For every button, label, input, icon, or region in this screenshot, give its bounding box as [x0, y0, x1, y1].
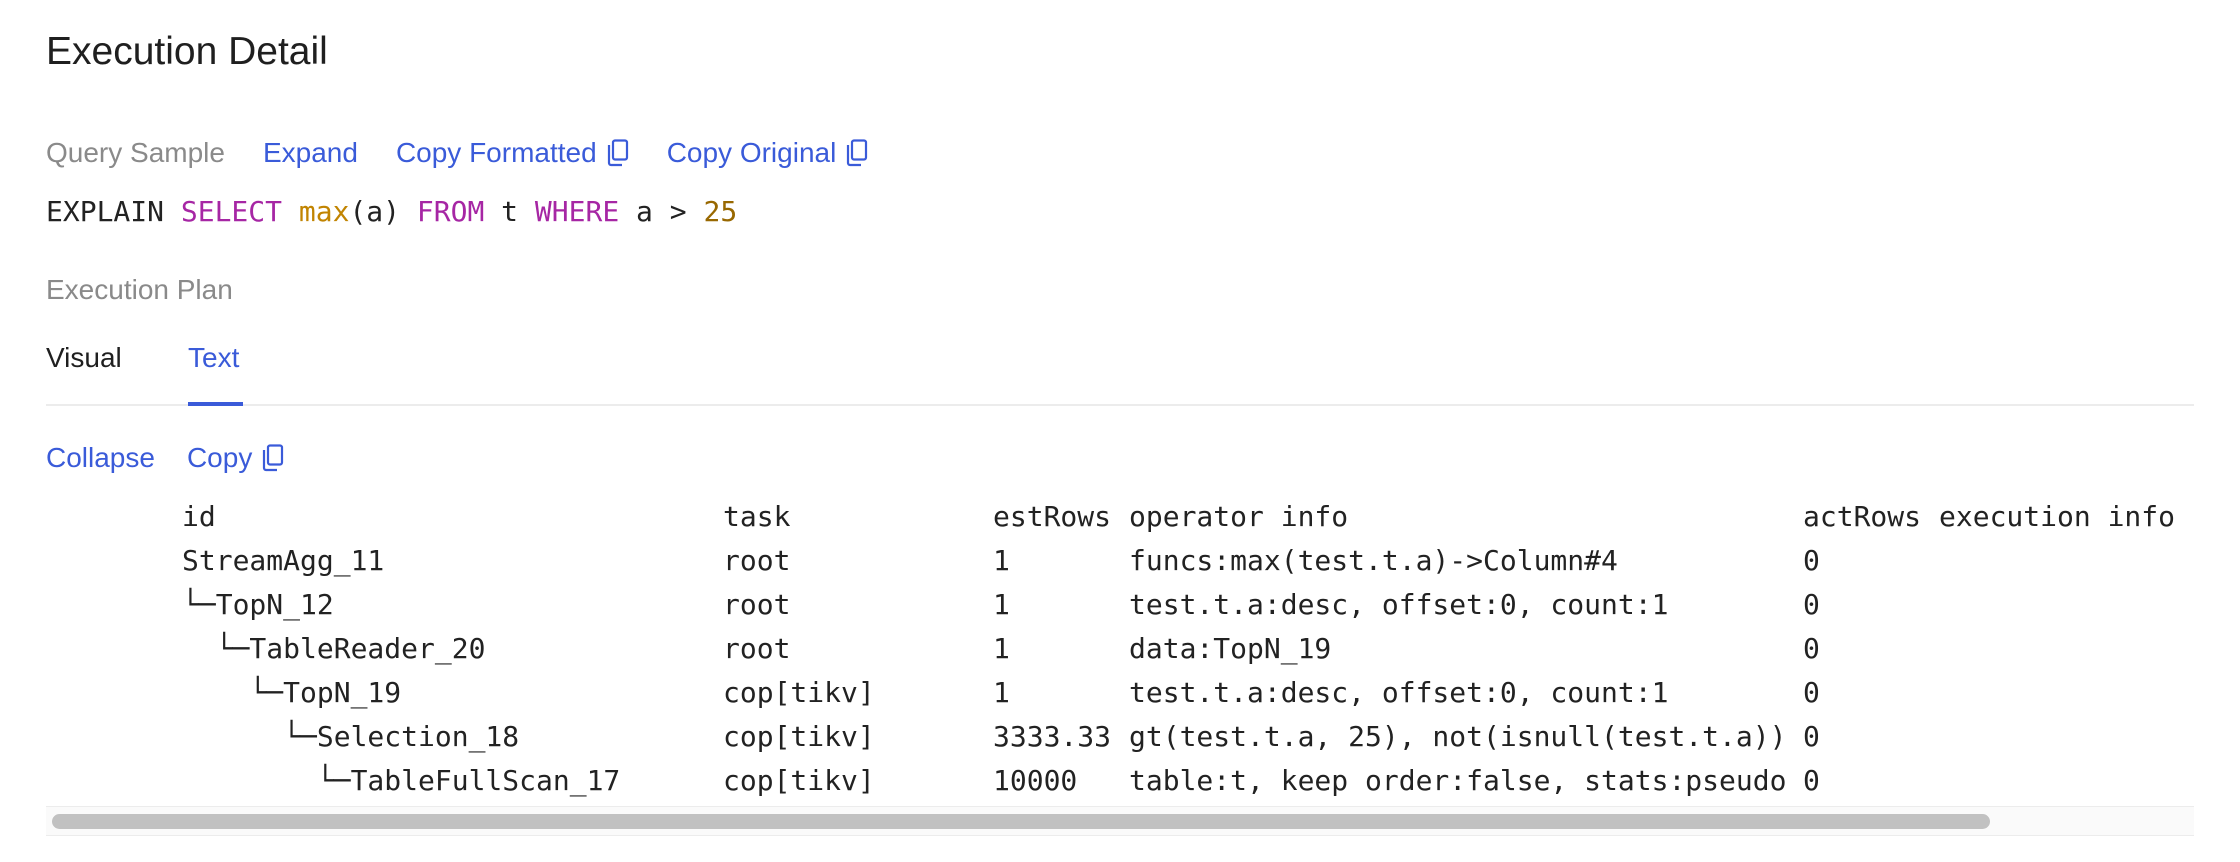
- sql-token: (a): [349, 195, 417, 228]
- plan-cell: root: [723, 632, 791, 665]
- column-header: execution info: [1939, 500, 2176, 533]
- plan-cell: 0: [1803, 544, 1820, 577]
- expand-link[interactable]: Expand: [263, 133, 358, 173]
- copy-icon: [846, 139, 868, 167]
- copy-original-label: Copy Original: [666, 137, 837, 168]
- plan-cell: └─TableReader_20: [182, 632, 486, 665]
- plan-cell: └─TopN_19: [182, 676, 402, 709]
- plan-cell: 3333.33: [993, 720, 1112, 753]
- plan-cell: 0: [1803, 588, 1820, 621]
- sql-token: EXPLAIN: [46, 195, 181, 228]
- plan-cell: cop[tikv]: [723, 720, 875, 753]
- sql-token: t: [484, 195, 535, 228]
- sql-token: SELECT: [180, 195, 283, 228]
- plan-cell: root: [723, 588, 791, 621]
- plan-row: StreamAgg_11 root 1 funcs:max(test.t.a)->Co…: [182, 539, 2194, 583]
- plan-cell: 0: [1803, 764, 1820, 797]
- copy-formatted-link[interactable]: Copy Formatted: [396, 133, 629, 173]
- column-header: actRows: [1803, 500, 1922, 533]
- copy-plan-link[interactable]: Copy: [187, 438, 284, 478]
- column-header: task: [723, 500, 791, 533]
- plan-cell: 0: [1803, 676, 1820, 709]
- expand-label: Expand: [262, 137, 358, 168]
- copy-icon: [607, 139, 629, 167]
- query-sample-label: Query Sample: [46, 137, 225, 168]
- sql-token: max: [298, 195, 350, 228]
- plan-row: └─TopN_12 root 1 test.t.a:desc, offset:0, c…: [182, 583, 2194, 627]
- execution-plan-label: Execution Plan: [46, 274, 233, 305]
- sql-token: WHERE: [534, 195, 620, 228]
- collapse-label: Collapse: [46, 442, 155, 473]
- plan-cell: [1939, 627, 2194, 671]
- sql-token: a >: [619, 195, 704, 228]
- query-sample-sql: EXPLAIN SELECT max(a) FROM t WHERE a > 2…: [46, 192, 737, 232]
- plan-cell: [1939, 671, 2194, 715]
- copy-icon: [262, 444, 284, 472]
- plan-cell: 0: [1803, 632, 1820, 665]
- tab-visual[interactable]: Visual: [46, 336, 122, 380]
- plan-row: └─Selection_18 cop[tikv] 3333.33 gt(test.t.…: [182, 715, 2194, 759]
- column-header: estRows: [993, 500, 1112, 533]
- plan-cell: 1: [993, 588, 1010, 621]
- active-tab-indicator: [188, 402, 243, 406]
- plan-cell: data:TopN_19: [1129, 632, 1332, 665]
- plan-text-table: id task estRows operator info actRows executi…: [182, 495, 2194, 803]
- plan-cell: test.t.a:desc, offset:0, count:1: [1129, 588, 1669, 621]
- collapse-link[interactable]: Collapse: [46, 438, 155, 478]
- plan-cell: cop[tikv]: [723, 676, 875, 709]
- plan-cell: 1: [993, 544, 1010, 577]
- plan-cell: [1939, 759, 2194, 803]
- plan-toolbar: Collapse Copy: [46, 438, 316, 478]
- plan-row: └─TableReader_20 root 1 data:TopN_19 0: [182, 627, 2194, 671]
- plan-cell: StreamAgg_11: [182, 544, 385, 577]
- plan-cell: [1939, 715, 2194, 759]
- plan-cell: test.t.a:desc, offset:0, count:1: [1129, 676, 1669, 709]
- plan-tabs: Visual Text: [46, 336, 2194, 406]
- plan-cell: 0: [1803, 720, 1820, 753]
- copy-plan-label: Copy: [186, 442, 253, 473]
- plan-cell: [1939, 583, 2194, 627]
- scrollbar-thumb[interactable]: [52, 814, 1990, 829]
- plan-cell: [1939, 539, 2194, 583]
- copy-formatted-label: Copy Formatted: [395, 137, 597, 168]
- horizontal-scrollbar[interactable]: [46, 806, 2194, 836]
- plan-row: └─TableFullScan_17 cop[tikv] 10000 table:t,…: [182, 759, 2194, 803]
- sql-token: 25: [703, 195, 738, 228]
- plan-cell: 1: [993, 632, 1010, 665]
- execution-detail-page: Execution Detail Query Sample Expand Cop…: [0, 0, 2240, 862]
- query-sample-toolbar: Query Sample Expand Copy Formatted Copy …: [46, 133, 906, 173]
- plan-text-container: id task estRows operator info actRows executi…: [46, 495, 2194, 835]
- copy-original-link[interactable]: Copy Original: [667, 133, 869, 173]
- plan-cell: table:t, keep order:false, stats:pseudo: [1129, 764, 1787, 797]
- plan-header-row: id task estRows operator info actRows executi…: [182, 495, 2194, 539]
- tab-text[interactable]: Text: [188, 336, 239, 380]
- sql-token: FROM: [416, 195, 485, 228]
- column-header: operator info: [1129, 500, 1349, 533]
- plan-cell: 1: [993, 676, 1010, 709]
- column-header: id: [182, 500, 216, 533]
- plan-cell: └─TableFullScan_17: [182, 764, 621, 797]
- plan-row: └─TopN_19 cop[tikv] 1 test.t.a:desc, offset…: [182, 671, 2194, 715]
- plan-cell: 10000: [993, 764, 1078, 797]
- plan-cell: root: [723, 544, 791, 577]
- plan-cell: funcs:max(test.t.a)->Column#4: [1129, 544, 1618, 577]
- plan-cell: cop[tikv]: [723, 764, 875, 797]
- plan-cell: gt(test.t.a, 25), not(isnull(test.t.a)): [1129, 720, 1787, 753]
- page-title: Execution Detail: [46, 30, 328, 73]
- plan-cell: └─TopN_12: [182, 588, 334, 621]
- plan-cell: └─Selection_18: [182, 720, 520, 753]
